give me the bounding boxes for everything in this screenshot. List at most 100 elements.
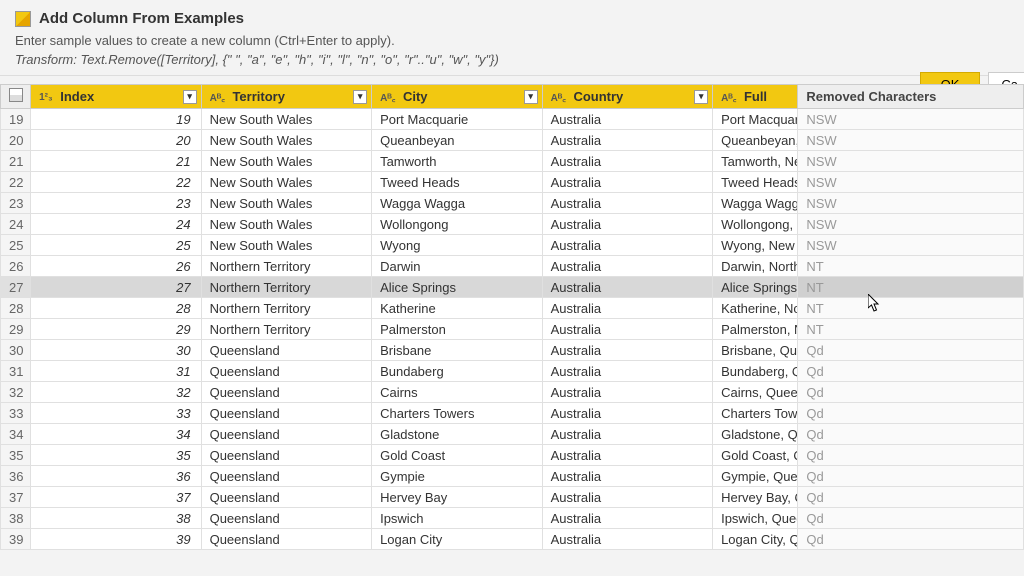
cell-territory[interactable]: New South Wales	[201, 235, 372, 256]
cell-index[interactable]: 21	[31, 151, 202, 172]
cell-country[interactable]: Australia	[542, 130, 713, 151]
cell-city[interactable]: Wollongong	[372, 214, 543, 235]
cell-removed[interactable]: NSW	[798, 235, 1024, 256]
cell-country[interactable]: Australia	[542, 214, 713, 235]
cell-removed[interactable]: Qd	[798, 445, 1024, 466]
cell-removed[interactable]: Qd	[798, 403, 1024, 424]
cell-territory[interactable]: New South Wales	[201, 193, 372, 214]
filter-dropdown-icon[interactable]: ▾	[353, 90, 367, 104]
table-row[interactable]: 3030QueenslandBrisbaneAustraliaBrisbane,…	[1, 340, 1024, 361]
cell-index[interactable]: 32	[31, 382, 202, 403]
cell-removed[interactable]: NSW	[798, 109, 1024, 130]
column-header-index[interactable]: 1²₃ Index ▾	[31, 85, 202, 109]
cell-full[interactable]: Bundaberg, Qu	[713, 361, 798, 382]
cell-city[interactable]: Gold Coast	[372, 445, 543, 466]
cell-territory[interactable]: Queensland	[201, 424, 372, 445]
table-row[interactable]: 2323New South WalesWagga WaggaAustraliaW…	[1, 193, 1024, 214]
cell-index[interactable]: 27	[31, 277, 202, 298]
column-header-full[interactable]: Aᴮ꜀ Full	[713, 85, 798, 109]
table-row[interactable]: 2828Northern TerritoryKatherineAustralia…	[1, 298, 1024, 319]
table-row[interactable]: 2525New South WalesWyongAustraliaWyong, …	[1, 235, 1024, 256]
cell-index[interactable]: 38	[31, 508, 202, 529]
cell-territory[interactable]: Queensland	[201, 487, 372, 508]
cell-full[interactable]: Logan City, Qu	[713, 529, 798, 550]
cell-territory[interactable]: New South Wales	[201, 130, 372, 151]
cell-full[interactable]: Ipswich, Queen	[713, 508, 798, 529]
cell-removed[interactable]: Qd	[798, 466, 1024, 487]
table-row[interactable]: 3939QueenslandLogan CityAustraliaLogan C…	[1, 529, 1024, 550]
table-row[interactable]: 1919New South WalesPort MacquarieAustral…	[1, 109, 1024, 130]
cell-removed[interactable]: NSW	[798, 172, 1024, 193]
cell-city[interactable]: Gympie	[372, 466, 543, 487]
cell-city[interactable]: Tamworth	[372, 151, 543, 172]
cell-removed[interactable]: NSW	[798, 193, 1024, 214]
cell-territory[interactable]: Northern Territory	[201, 256, 372, 277]
cell-removed[interactable]: NSW	[798, 151, 1024, 172]
cell-index[interactable]: 28	[31, 298, 202, 319]
cell-country[interactable]: Australia	[542, 340, 713, 361]
cell-removed[interactable]: Qd	[798, 424, 1024, 445]
cell-territory[interactable]: Queensland	[201, 361, 372, 382]
cell-full[interactable]: Queanbeyan, N	[713, 130, 798, 151]
cell-city[interactable]: Queanbeyan	[372, 130, 543, 151]
cell-territory[interactable]: New South Wales	[201, 214, 372, 235]
table-corner[interactable]	[1, 85, 31, 109]
cell-territory[interactable]: Queensland	[201, 508, 372, 529]
cell-city[interactable]: Logan City	[372, 529, 543, 550]
cell-country[interactable]: Australia	[542, 508, 713, 529]
cell-country[interactable]: Australia	[542, 466, 713, 487]
cell-city[interactable]: Bundaberg	[372, 361, 543, 382]
cell-index[interactable]: 33	[31, 403, 202, 424]
cell-index[interactable]: 39	[31, 529, 202, 550]
table-row[interactable]: 3131QueenslandBundabergAustraliaBundaber…	[1, 361, 1024, 382]
cell-full[interactable]: Port Macquari	[713, 109, 798, 130]
cell-city[interactable]: Darwin	[372, 256, 543, 277]
filter-dropdown-icon[interactable]: ▾	[694, 90, 708, 104]
table-row[interactable]: 3535QueenslandGold CoastAustraliaGold Co…	[1, 445, 1024, 466]
cell-country[interactable]: Australia	[542, 256, 713, 277]
table-row[interactable]: 2121New South WalesTamworthAustraliaTamw…	[1, 151, 1024, 172]
cell-full[interactable]: Wagga Wagga,	[713, 193, 798, 214]
table-row[interactable]: 2424New South WalesWollongongAustraliaWo…	[1, 214, 1024, 235]
cell-city[interactable]: Brisbane	[372, 340, 543, 361]
cell-index[interactable]: 24	[31, 214, 202, 235]
cell-country[interactable]: Australia	[542, 235, 713, 256]
filter-dropdown-icon[interactable]: ▾	[183, 90, 197, 104]
cell-country[interactable]: Australia	[542, 529, 713, 550]
cell-removed[interactable]: Qd	[798, 361, 1024, 382]
cell-full[interactable]: Katherine, Nor	[713, 298, 798, 319]
cell-country[interactable]: Australia	[542, 193, 713, 214]
cell-index[interactable]: 22	[31, 172, 202, 193]
cell-full[interactable]: Gympie, Quee	[713, 466, 798, 487]
table-row[interactable]: 3838QueenslandIpswichAustraliaIpswich, Q…	[1, 508, 1024, 529]
cell-index[interactable]: 34	[31, 424, 202, 445]
cell-index[interactable]: 37	[31, 487, 202, 508]
cell-territory[interactable]: Queensland	[201, 529, 372, 550]
cell-full[interactable]: Hervey Bay, Qu	[713, 487, 798, 508]
cell-index[interactable]: 31	[31, 361, 202, 382]
cell-territory[interactable]: New South Wales	[201, 151, 372, 172]
cell-index[interactable]: 29	[31, 319, 202, 340]
cell-index[interactable]: 19	[31, 109, 202, 130]
cell-country[interactable]: Australia	[542, 277, 713, 298]
table-row[interactable]: 3333QueenslandCharters TowersAustraliaCh…	[1, 403, 1024, 424]
cell-country[interactable]: Australia	[542, 151, 713, 172]
cell-index[interactable]: 20	[31, 130, 202, 151]
cell-full[interactable]: Charters Towe	[713, 403, 798, 424]
cell-full[interactable]: Alice Springs, N	[713, 277, 798, 298]
cell-removed[interactable]: NSW	[798, 214, 1024, 235]
cell-removed[interactable]: NT	[798, 256, 1024, 277]
cell-territory[interactable]: Queensland	[201, 466, 372, 487]
table-row[interactable]: 3737QueenslandHervey BayAustraliaHervey …	[1, 487, 1024, 508]
cell-country[interactable]: Australia	[542, 109, 713, 130]
table-row[interactable]: 2020New South WalesQueanbeyanAustraliaQu…	[1, 130, 1024, 151]
cell-index[interactable]: 23	[31, 193, 202, 214]
cell-removed[interactable]: NT	[798, 277, 1024, 298]
cell-full[interactable]: Gold Coast, Qu	[713, 445, 798, 466]
cell-removed[interactable]: Qd	[798, 508, 1024, 529]
cell-city[interactable]: Alice Springs	[372, 277, 543, 298]
column-header-country[interactable]: Aᴮ꜀ Country ▾	[542, 85, 713, 109]
column-header-removed[interactable]: Removed Characters	[798, 85, 1024, 109]
cell-territory[interactable]: Queensland	[201, 403, 372, 424]
cell-city[interactable]: Port Macquarie	[372, 109, 543, 130]
